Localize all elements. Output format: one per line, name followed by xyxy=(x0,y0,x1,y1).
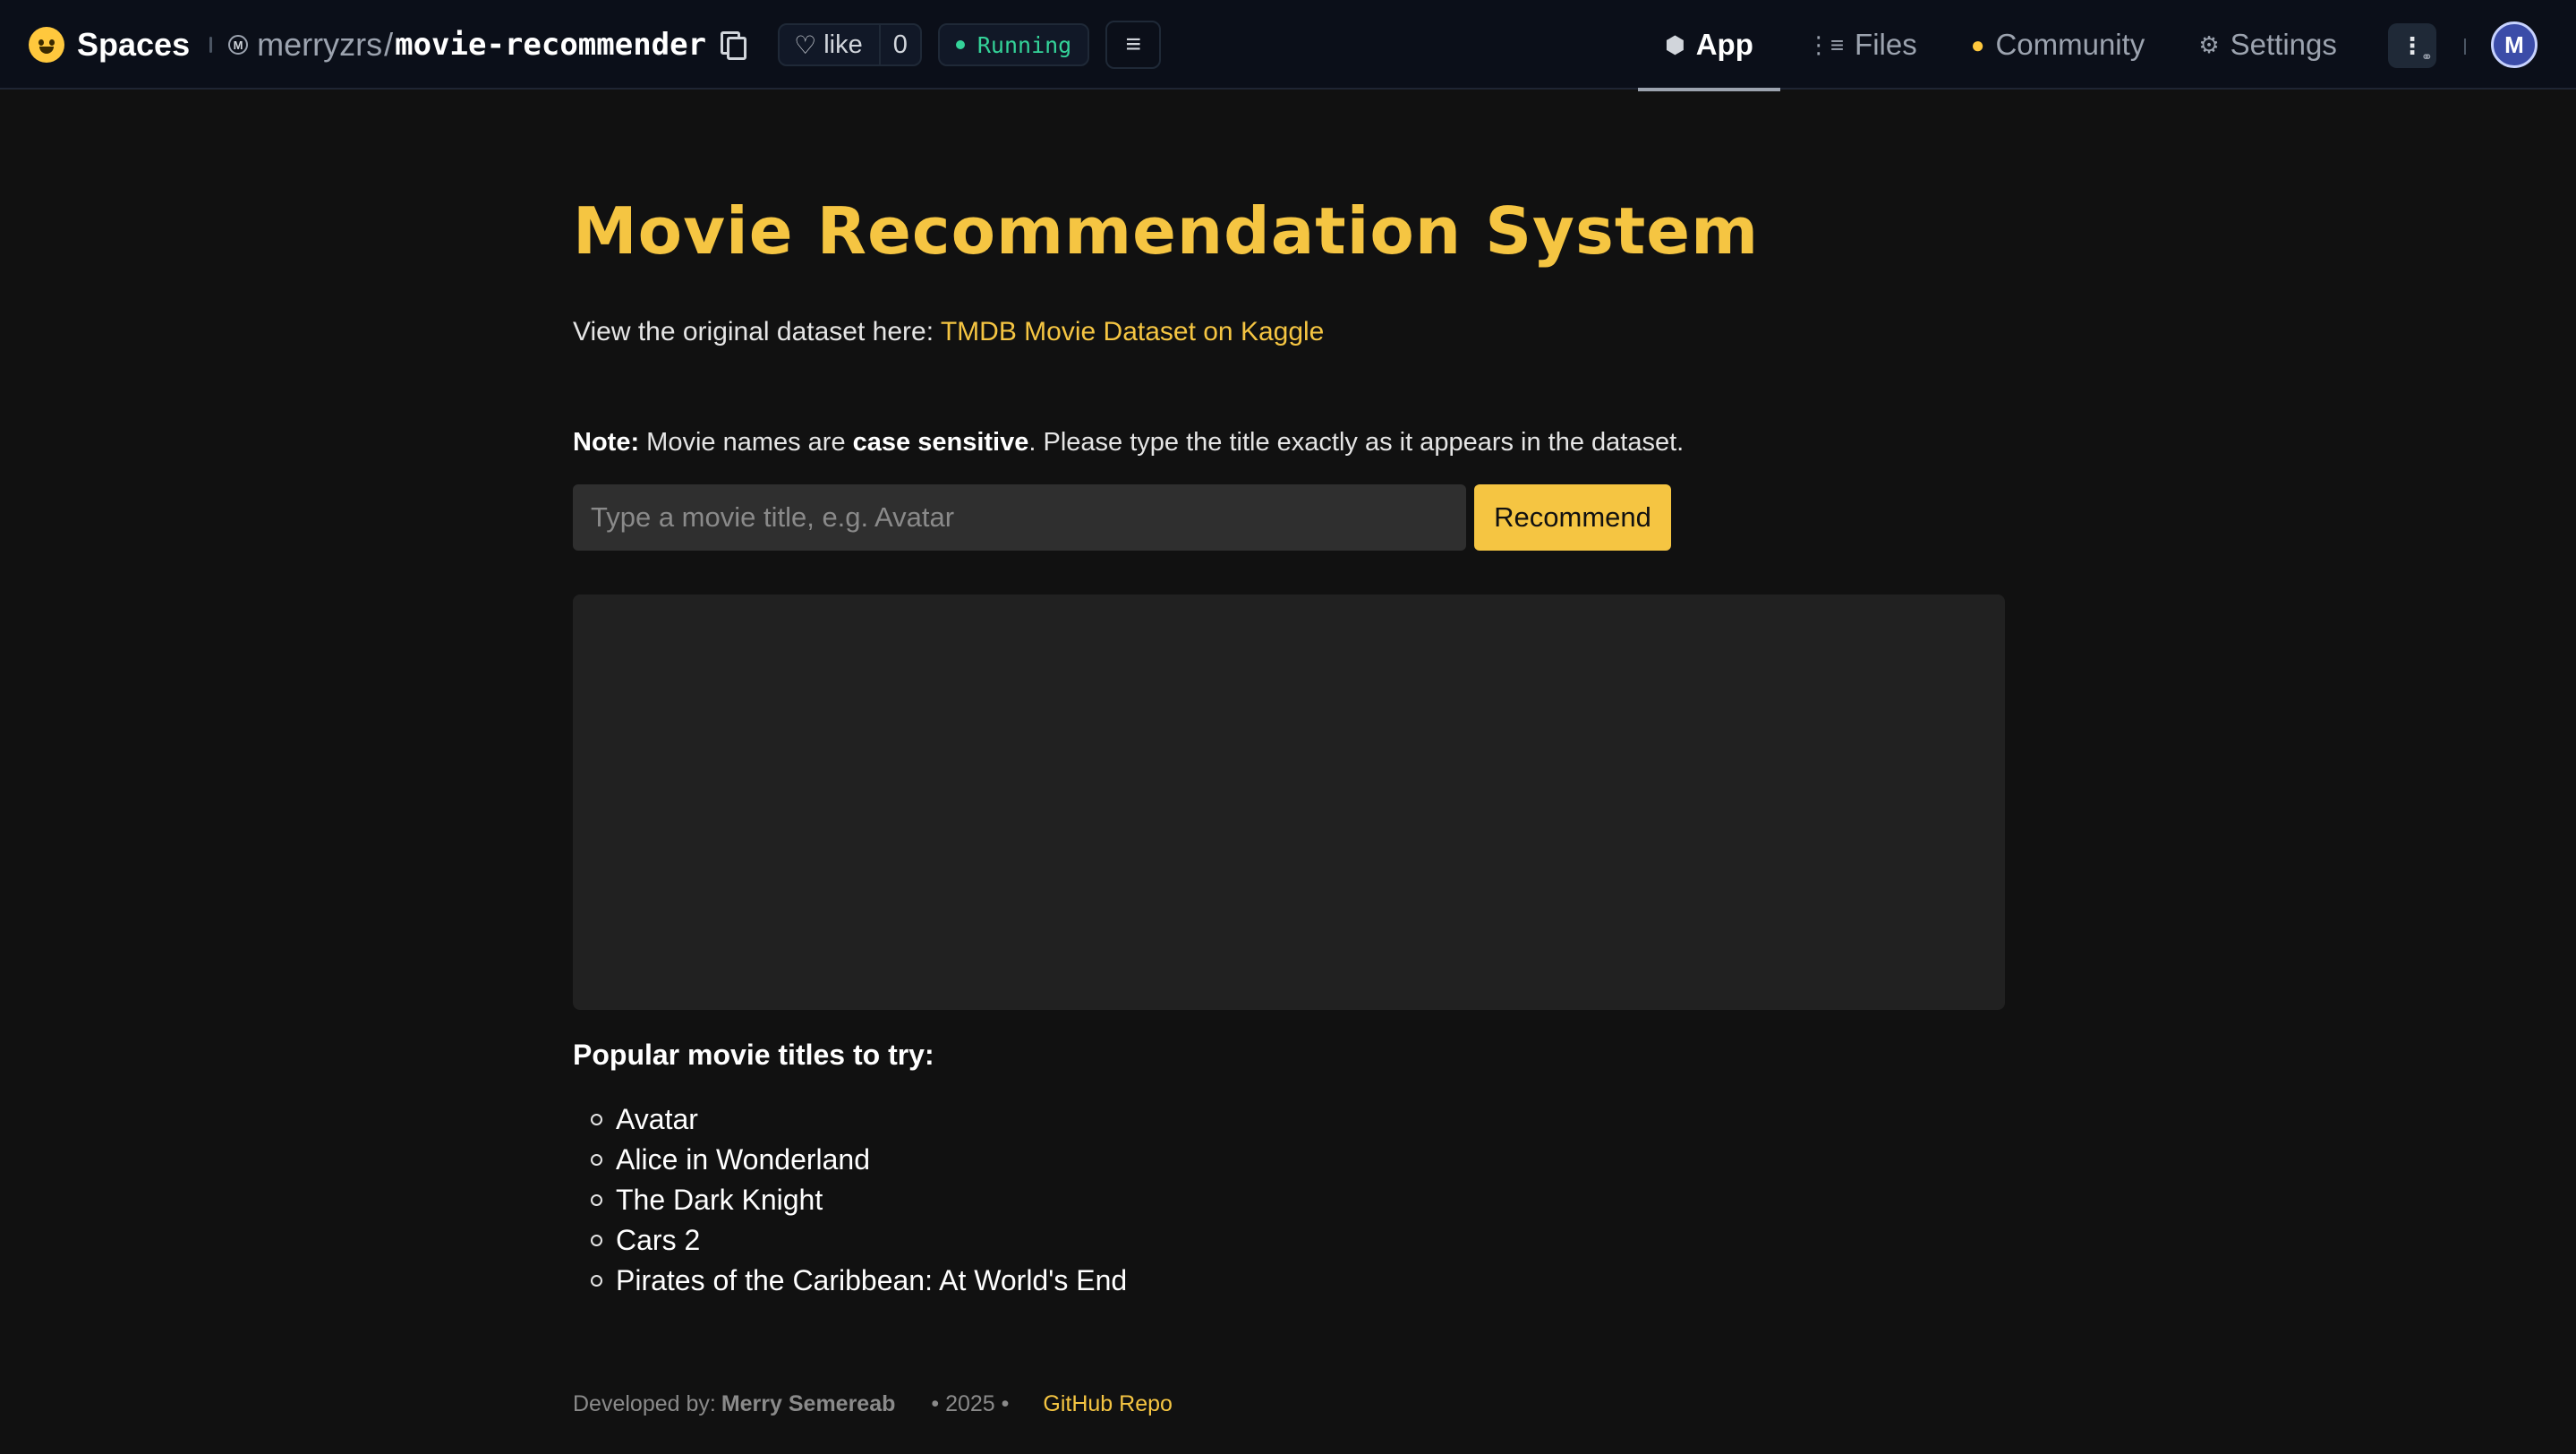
dataset-line: View the original dataset here: TMDB Mov… xyxy=(573,317,1324,347)
breadcrumb-separator: / xyxy=(384,26,394,63)
list-item: Alice in Wonderland xyxy=(591,1140,1127,1180)
footer-year: • 2025 • xyxy=(931,1391,1010,1416)
divider xyxy=(2464,38,2466,55)
files-icon: ⋮≡ xyxy=(1806,30,1845,58)
dataset-link[interactable]: TMDB Movie Dataset on Kaggle xyxy=(941,317,1325,346)
movie-title: The Dark Knight xyxy=(616,1184,823,1216)
status-dot-icon xyxy=(955,40,965,49)
heart-icon: ♡ xyxy=(794,30,817,59)
status-label: Running xyxy=(977,31,1072,58)
developer-name: Merry Semereab xyxy=(721,1391,896,1416)
popular-titles-list: Avatar Alice in Wonderland The Dark Knig… xyxy=(591,1099,1127,1301)
repo-name-link[interactable]: movie-recommender xyxy=(395,27,706,63)
user-badge-icon: M xyxy=(228,35,249,55)
cube-icon: ⬢ xyxy=(1665,30,1685,58)
like-group: ♡ like 0 xyxy=(778,23,922,66)
results-panel xyxy=(573,594,2005,1010)
popular-heading: Popular movie titles to try: xyxy=(573,1039,934,1071)
note-label: Note: xyxy=(573,428,640,457)
movie-title: Cars 2 xyxy=(616,1224,701,1256)
status-badge[interactable]: Running xyxy=(937,23,1090,66)
more-options-button[interactable]: ⋮ ⚭ xyxy=(2388,23,2436,68)
github-repo-link[interactable]: GitHub Repo xyxy=(1043,1391,1173,1417)
avatar[interactable]: M xyxy=(2491,21,2538,68)
movie-title-input[interactable] xyxy=(573,484,1466,551)
movie-title: Avatar xyxy=(616,1103,698,1135)
bullet-icon xyxy=(591,1194,602,1206)
note-text-2: . Please type the title exactly as it ap… xyxy=(1028,428,1685,457)
like-button[interactable]: ♡ like xyxy=(780,25,879,64)
case-sensitivity-note: Note: Movie names are case sensitive. Pl… xyxy=(573,428,1684,458)
dataset-prefix: View the original dataset here: xyxy=(573,317,941,346)
recommend-button[interactable]: Recommend xyxy=(1474,484,1671,551)
list-item: Avatar xyxy=(591,1099,1127,1140)
list-item: Pirates of the Caribbean: At World's End xyxy=(591,1261,1127,1301)
bullet-icon xyxy=(591,1114,602,1125)
breadcrumb: Spaces M merryzrs / movie-recommender ♡ … xyxy=(29,0,1162,90)
list-item: Cars 2 xyxy=(591,1220,1127,1261)
spaces-link[interactable]: Spaces xyxy=(77,26,190,64)
list-play-icon: ≡ xyxy=(1125,30,1141,59)
tab-community[interactable]: ● Community xyxy=(1944,0,2172,90)
copy-icon[interactable] xyxy=(719,30,749,60)
note-bold: case sensitive xyxy=(852,428,1029,457)
top-navbar: Spaces M merryzrs / movie-recommender ♡ … xyxy=(0,0,2576,91)
footer: Developed by: Merry Semereab • 2025 • Gi… xyxy=(573,1391,1173,1417)
gear-icon: ⚙ xyxy=(2198,30,2220,58)
tab-label: Files xyxy=(1855,28,1917,61)
owner-link[interactable]: merryzrs xyxy=(257,26,382,64)
space-tabs: ⬢ App ⋮≡ Files ● Community ⚙ Settings xyxy=(1638,0,2364,91)
bullet-icon xyxy=(591,1235,602,1246)
tab-app[interactable]: ⬢ App xyxy=(1638,0,1780,91)
tab-settings[interactable]: ⚙ Settings xyxy=(2171,0,2364,90)
like-label: like xyxy=(823,30,863,59)
bullet-icon xyxy=(591,1154,602,1166)
movie-title: Alice in Wonderland xyxy=(616,1143,871,1176)
page-title: Movie Recommendation System xyxy=(573,193,1760,269)
tab-label: Community xyxy=(1995,28,2145,61)
link-icon: ⚭ xyxy=(2420,50,2433,65)
community-icon: ● xyxy=(1970,30,1985,58)
tab-label: App xyxy=(1695,28,1753,61)
divider xyxy=(209,37,213,53)
like-count[interactable]: 0 xyxy=(878,25,920,64)
note-text-1: Movie names are xyxy=(639,428,853,457)
logs-queue-button[interactable]: ≡ xyxy=(1105,21,1162,69)
movie-title: Pirates of the Caribbean: At World's End xyxy=(616,1264,1128,1296)
tab-files[interactable]: ⋮≡ Files xyxy=(1780,0,1944,90)
developed-by-label: Developed by: xyxy=(573,1391,716,1416)
list-item: The Dark Knight xyxy=(591,1180,1127,1220)
tab-label: Settings xyxy=(2230,28,2337,61)
bullet-icon xyxy=(591,1275,602,1287)
hugging-face-logo-icon[interactable] xyxy=(29,27,64,63)
